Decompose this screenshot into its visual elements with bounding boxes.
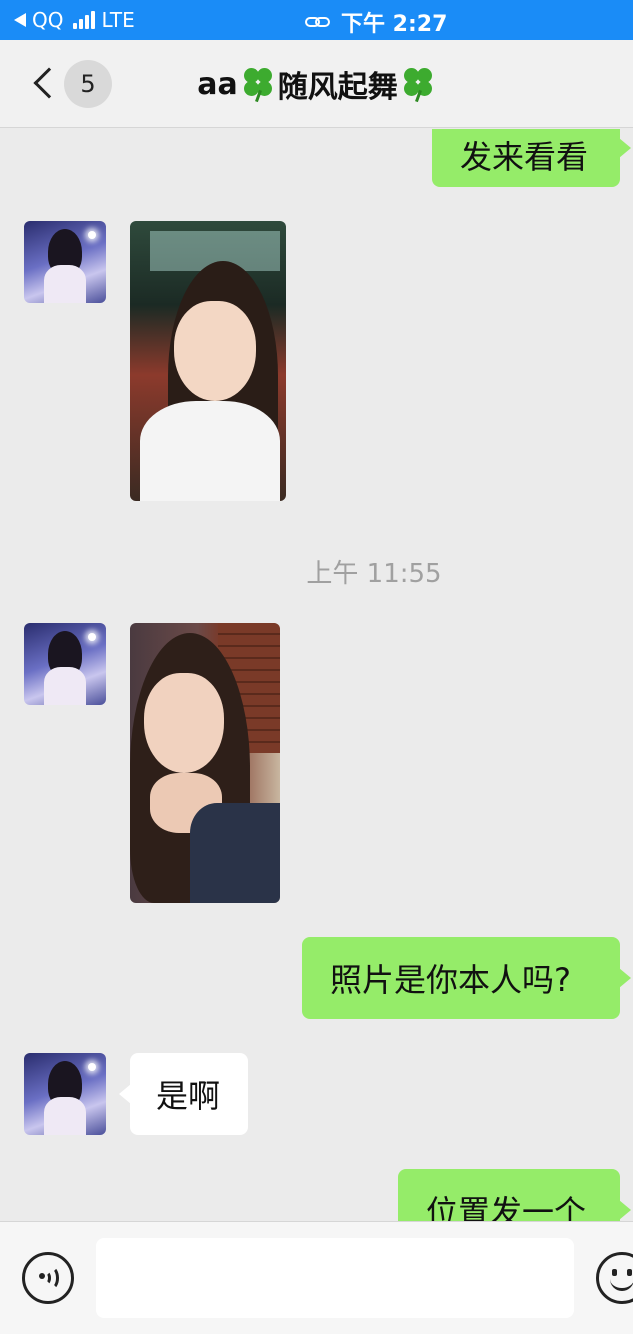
- status-center: 下午 2:27: [305, 6, 447, 38]
- network-label: LTE: [101, 8, 135, 32]
- signal-icon: [73, 11, 96, 29]
- message-list[interactable]: 发来看看 上午 11:55 照片是你本人吗? 是啊 位置发一个: [0, 129, 633, 1221]
- back-to-app-icon[interactable]: [14, 13, 26, 27]
- link-icon: [305, 14, 331, 30]
- message-text: 发来看看: [460, 138, 589, 176]
- clover-icon: [240, 66, 276, 103]
- message-bubble-outgoing[interactable]: 发来看看: [432, 129, 631, 187]
- message-text: 是啊: [156, 1077, 221, 1115]
- clover-icon: [400, 66, 436, 103]
- contact-avatar[interactable]: [24, 1053, 106, 1135]
- back-app-label[interactable]: QQ: [32, 8, 63, 32]
- input-bar: [0, 1221, 633, 1334]
- message-input[interactable]: [96, 1238, 574, 1318]
- chat-title[interactable]: aa 随风起舞: [0, 62, 633, 106]
- status-left: QQ LTE: [14, 8, 135, 32]
- contact-avatar[interactable]: [24, 623, 106, 705]
- message-timestamp: 上午 11:55: [306, 559, 442, 589]
- status-bar: QQ LTE 下午 2:27: [0, 0, 633, 40]
- contact-avatar[interactable]: [24, 221, 106, 303]
- chat-title-name: 随风起舞: [277, 70, 398, 105]
- status-time: 下午 2:27: [341, 12, 448, 37]
- message-bubble-incoming[interactable]: 是啊: [119, 1053, 248, 1135]
- message-text: 照片是你本人吗?: [330, 961, 571, 999]
- chat-header: 5 aa 随风起舞: [0, 40, 633, 128]
- message-text: 位置发一个: [426, 1193, 587, 1221]
- voice-icon[interactable]: [22, 1252, 74, 1304]
- image-message[interactable]: [130, 623, 280, 903]
- emoji-icon[interactable]: [596, 1252, 633, 1304]
- image-message[interactable]: [130, 221, 286, 501]
- chat-title-prefix: aa: [197, 66, 238, 102]
- message-bubble-outgoing[interactable]: 位置发一个: [398, 1169, 631, 1221]
- message-bubble-outgoing[interactable]: 照片是你本人吗?: [302, 937, 631, 1019]
